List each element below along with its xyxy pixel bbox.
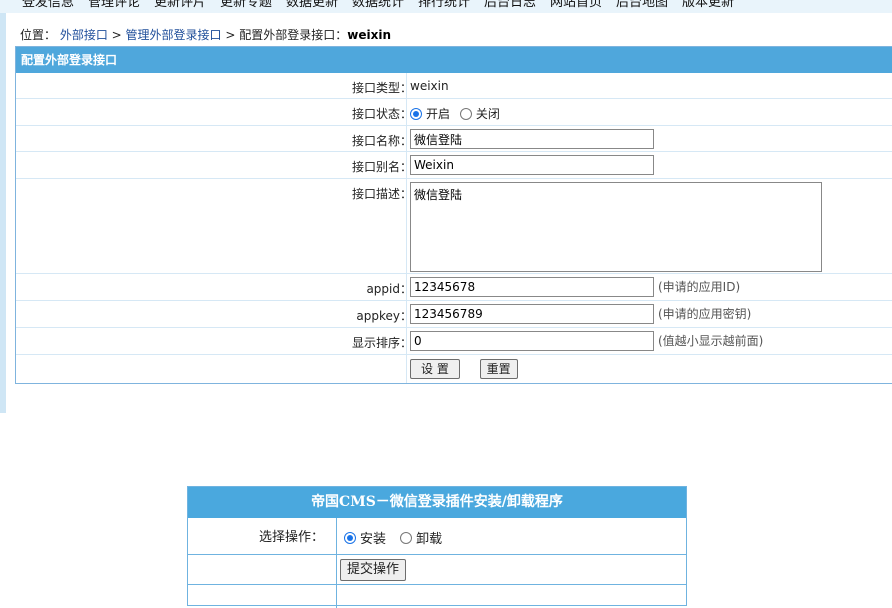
nav-item-10[interactable]: 后台地图	[616, 0, 668, 10]
nav-item-5[interactable]: 数据更新	[286, 0, 338, 10]
installer-row-empty	[188, 585, 686, 607]
type-value: weixin	[410, 79, 449, 93]
status-on-label[interactable]: 开启	[426, 107, 450, 121]
order-label: 显示排序：	[351, 336, 412, 350]
row-appid: appid： (申请的应用ID)	[16, 274, 892, 301]
config-panel: 配置外部登录接口 接口类型： weixin 接口状态： 开启 关闭 接口名称： …	[15, 46, 892, 384]
nav-item-2[interactable]: 管理评论	[88, 0, 140, 10]
breadcrumb-sep: >	[107, 28, 126, 42]
install-radio[interactable]	[344, 531, 356, 544]
status-label: 接口状态：	[351, 107, 412, 121]
description-label: 接口描述：	[351, 187, 412, 201]
nav-item-8[interactable]: 后台日志	[484, 0, 536, 10]
appid-label: appid：	[366, 282, 412, 296]
type-label: 接口类型：	[351, 81, 412, 95]
appkey-label: appkey：	[356, 309, 412, 323]
status-options: 开启 关闭	[410, 105, 506, 122]
row-description: 接口描述： 微信登陆	[16, 179, 892, 274]
order-input[interactable]	[410, 331, 654, 351]
breadcrumb-sep: >	[221, 28, 240, 42]
reset-button[interactable]: 重置	[479, 359, 518, 379]
order-hint: (值越小显示越前面)	[658, 333, 764, 348]
uninstall-label[interactable]: 卸载	[416, 532, 442, 547]
installer-row-choose: 选择操作： 安装 卸载	[188, 518, 686, 555]
name-label: 接口名称：	[351, 134, 412, 148]
nav-item-1[interactable]: 登发信息	[22, 0, 74, 10]
nav-item-3[interactable]: 更新评片	[154, 0, 206, 10]
alias-label: 接口别名：	[351, 160, 412, 174]
installer-title: 帝国CMS－微信登录插件安装/卸载程序	[188, 487, 686, 518]
installer-panel: 帝国CMS－微信登录插件安装/卸载程序 选择操作： 安装 卸载 提交操作	[187, 486, 687, 608]
status-off-label[interactable]: 关闭	[476, 107, 500, 121]
appid-hint: (申请的应用ID)	[658, 279, 741, 294]
nav-item-7[interactable]: 排行统计	[418, 0, 470, 10]
nav-item-4[interactable]: 更新专题	[220, 0, 272, 10]
breadcrumb-config: 配置外部登录接口：	[239, 28, 348, 42]
breadcrumb: 位置： 外部接口 > 管理外部登录接口 > 配置外部登录接口：weixin	[20, 26, 391, 43]
panel-title: 配置外部登录接口	[16, 47, 892, 73]
uninstall-radio[interactable]	[400, 531, 413, 544]
breadcrumb-link-manage-login[interactable]: 管理外部登录接口	[126, 28, 222, 42]
nav-item-6[interactable]: 数据统计	[352, 0, 404, 10]
row-appkey: appkey： (申请的应用密钥)	[16, 301, 892, 328]
status-off-radio[interactable]	[459, 107, 472, 120]
installer-submit-button[interactable]: 提交操作	[340, 559, 407, 581]
installer-row-submit: 提交操作	[188, 555, 686, 585]
left-frame-bar	[0, 13, 6, 413]
choose-label: 选择操作：	[258, 530, 324, 545]
nav-item-9[interactable]: 网站首页	[550, 0, 602, 10]
breadcrumb-link-interfaces[interactable]: 外部接口	[60, 28, 108, 42]
breadcrumb-current: weixin	[347, 28, 391, 42]
nav-item-11[interactable]: 版本更新	[682, 0, 734, 10]
name-input[interactable]	[410, 129, 654, 149]
appkey-input[interactable]	[410, 304, 654, 324]
row-status: 接口状态： 开启 关闭	[16, 99, 892, 126]
status-on-radio[interactable]	[410, 107, 422, 120]
appid-input[interactable]	[410, 277, 654, 297]
top-nav: 登发信息 管理评论 更新评片 更新专题 数据更新 数据统计 排行统计 后台日志 …	[0, 0, 892, 13]
row-type: 接口类型： weixin	[16, 73, 892, 99]
breadcrumb-prefix: 位置：	[20, 28, 57, 42]
row-order: 显示排序： (值越小显示越前面)	[16, 328, 892, 355]
submit-button[interactable]: 设 置	[410, 359, 460, 379]
row-alias: 接口别名：	[16, 152, 892, 179]
row-name: 接口名称：	[16, 126, 892, 152]
install-label[interactable]: 安装	[360, 532, 386, 547]
description-textarea[interactable]: 微信登陆	[410, 182, 822, 272]
alias-input[interactable]	[410, 155, 654, 175]
appkey-hint: (申请的应用密钥)	[658, 306, 752, 321]
row-buttons: 设 置 重置	[16, 355, 892, 384]
